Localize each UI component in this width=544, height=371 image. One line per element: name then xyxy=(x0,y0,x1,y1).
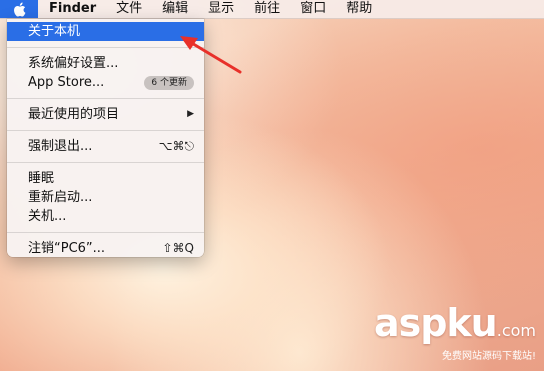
menu-item-force-quit[interactable]: 强制退出... ⌥⌘⎋ xyxy=(7,137,204,156)
menu-item-label: App Store... xyxy=(28,75,105,90)
menu-item-label: 最近使用的项目 xyxy=(28,107,120,122)
menu-item-label: 关机... xyxy=(28,209,67,224)
watermark-suffix: .com xyxy=(496,321,536,340)
menu-view[interactable]: 显示 xyxy=(198,0,244,18)
menu-item-about[interactable]: 关于本机 xyxy=(7,22,204,41)
menu-item-label: 关于本机 xyxy=(28,24,81,39)
apple-logo-icon xyxy=(13,2,25,17)
menu-item-recent-items[interactable]: 最近使用的项目 ▶ xyxy=(7,105,204,124)
menu-edit[interactable]: 编辑 xyxy=(152,0,198,18)
menu-go[interactable]: 前往 xyxy=(244,0,290,18)
menu-item-label: 系统偏好设置... xyxy=(28,56,119,71)
menu-item-system-preferences[interactable]: 系统偏好设置... xyxy=(7,54,204,73)
apple-menu-button[interactable] xyxy=(0,0,38,18)
menu-item-label: 强制退出... xyxy=(28,139,93,154)
apple-dropdown-menu: 关于本机 系统偏好设置... App Store... 6 个更新 最近使用的项… xyxy=(7,19,204,257)
menu-item-label: 注销“PC6”... xyxy=(28,241,106,256)
watermark-logo: aspku.com xyxy=(374,304,536,350)
menu-separator xyxy=(7,47,204,48)
menu-item-sleep[interactable]: 睡眠 xyxy=(7,169,204,188)
menu-item-logout[interactable]: 注销“PC6”... ⇧⌘Q xyxy=(7,239,204,258)
menu-finder[interactable]: Finder xyxy=(38,0,106,18)
site-watermark: aspku.com 免费网站源码下载站! xyxy=(374,304,536,363)
menu-item-label: 睡眠 xyxy=(28,171,55,186)
menu-window[interactable]: 窗口 xyxy=(290,0,336,18)
menu-item-restart[interactable]: 重新启动... xyxy=(7,188,204,207)
menu-bar: Finder 文件 编辑 显示 前往 窗口 帮助 xyxy=(0,0,544,19)
keyboard-shortcut: ⇧⌘Q xyxy=(162,241,195,255)
menu-help[interactable]: 帮助 xyxy=(336,0,382,18)
menu-item-label: 重新启动... xyxy=(28,190,93,205)
menu-separator xyxy=(7,232,204,233)
menu-item-app-store[interactable]: App Store... 6 个更新 xyxy=(7,73,204,92)
menu-item-shutdown[interactable]: 关机... xyxy=(7,207,204,226)
watermark-brand: aspku xyxy=(373,301,498,345)
menu-separator xyxy=(7,98,204,99)
menu-separator xyxy=(7,130,204,131)
red-annotation-arrow xyxy=(180,36,242,74)
watermark-tagline: 免费网站源码下载站! xyxy=(441,351,536,362)
keyboard-shortcut: ⌥⌘⎋ xyxy=(158,139,194,153)
submenu-arrow-icon: ▶ xyxy=(187,109,194,119)
menu-file[interactable]: 文件 xyxy=(106,0,152,18)
menu-separator xyxy=(7,162,204,163)
